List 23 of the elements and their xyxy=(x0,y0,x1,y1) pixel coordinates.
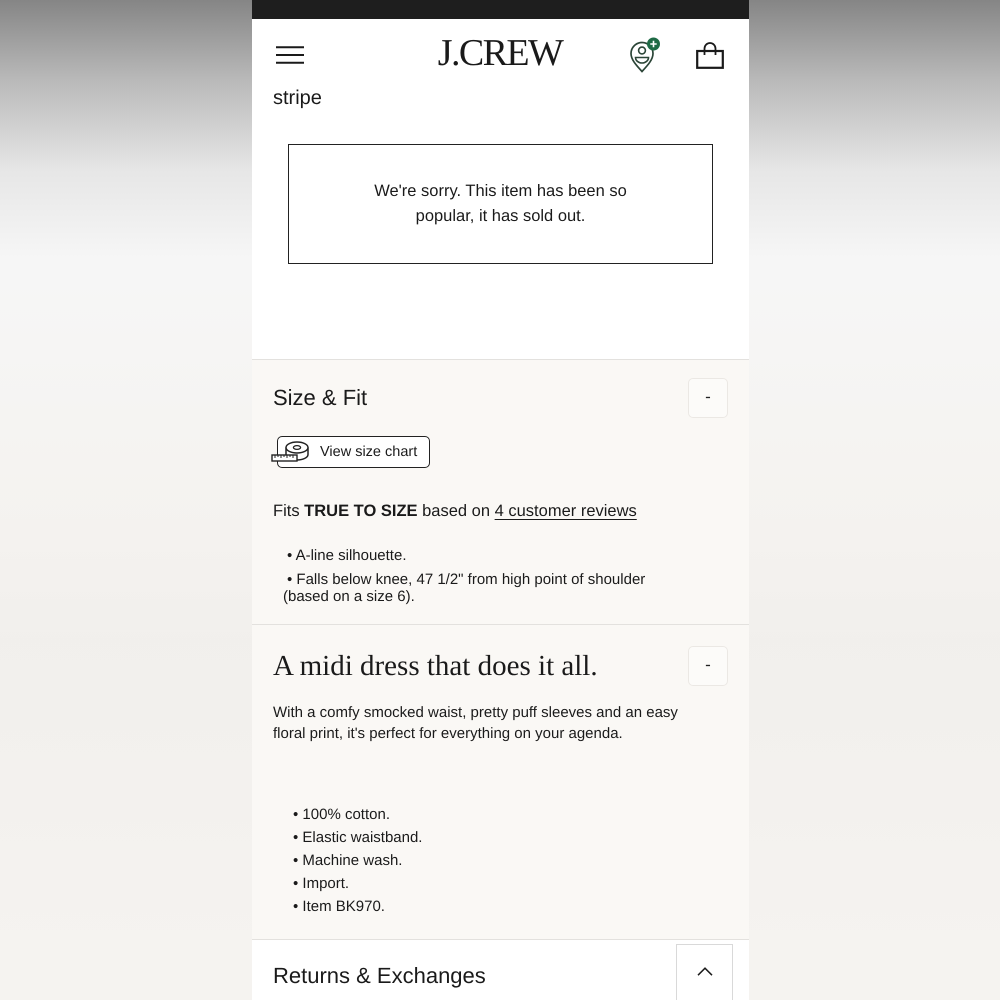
person-pin-icon[interactable] xyxy=(628,37,661,73)
collapse-button[interactable]: - xyxy=(688,646,728,686)
section-title: A midi dress that does it all. xyxy=(273,649,598,684)
bullet-item: • Elastic waistband. xyxy=(293,828,424,848)
section-title: Returns & Exchanges xyxy=(273,962,486,990)
description-text: With a comfy smocked waist, pretty puff sleeves and an easy floral print, it's perfect for everything on your agenda. xyxy=(273,703,679,744)
bullet-item: • Machine wash. xyxy=(293,851,404,871)
caret-up-icon xyxy=(696,967,712,976)
bullet-item: • A-line silhouette. xyxy=(286,547,408,564)
bullet-item: • Falls below knee, 47 1/2" from high point of shoulder (based on a size 6). xyxy=(283,571,646,605)
bullet-item: • Import. xyxy=(293,874,350,894)
brand-logo[interactable]: J.CREW xyxy=(438,33,562,73)
reviews-link[interactable]: 4 customer reviews xyxy=(494,502,637,520)
fit-note: Fits TRUE TO SIZE based on 4 customer reviews xyxy=(273,501,638,522)
bullet-item: • Item BK970. xyxy=(293,897,386,917)
collapse-button[interactable]: - xyxy=(688,378,728,418)
sold-out-message: We're sorry. This item has been so popular, it has sold out. xyxy=(373,181,628,227)
product-title: stripe xyxy=(272,86,323,111)
menu-icon[interactable] xyxy=(276,46,304,64)
shopping-bag-icon[interactable] xyxy=(696,42,724,68)
size-chart-button[interactable]: View size chart xyxy=(271,436,430,468)
bullet-item: • 100% cotton. xyxy=(293,805,391,825)
section-title: Size & Fit xyxy=(273,384,368,412)
